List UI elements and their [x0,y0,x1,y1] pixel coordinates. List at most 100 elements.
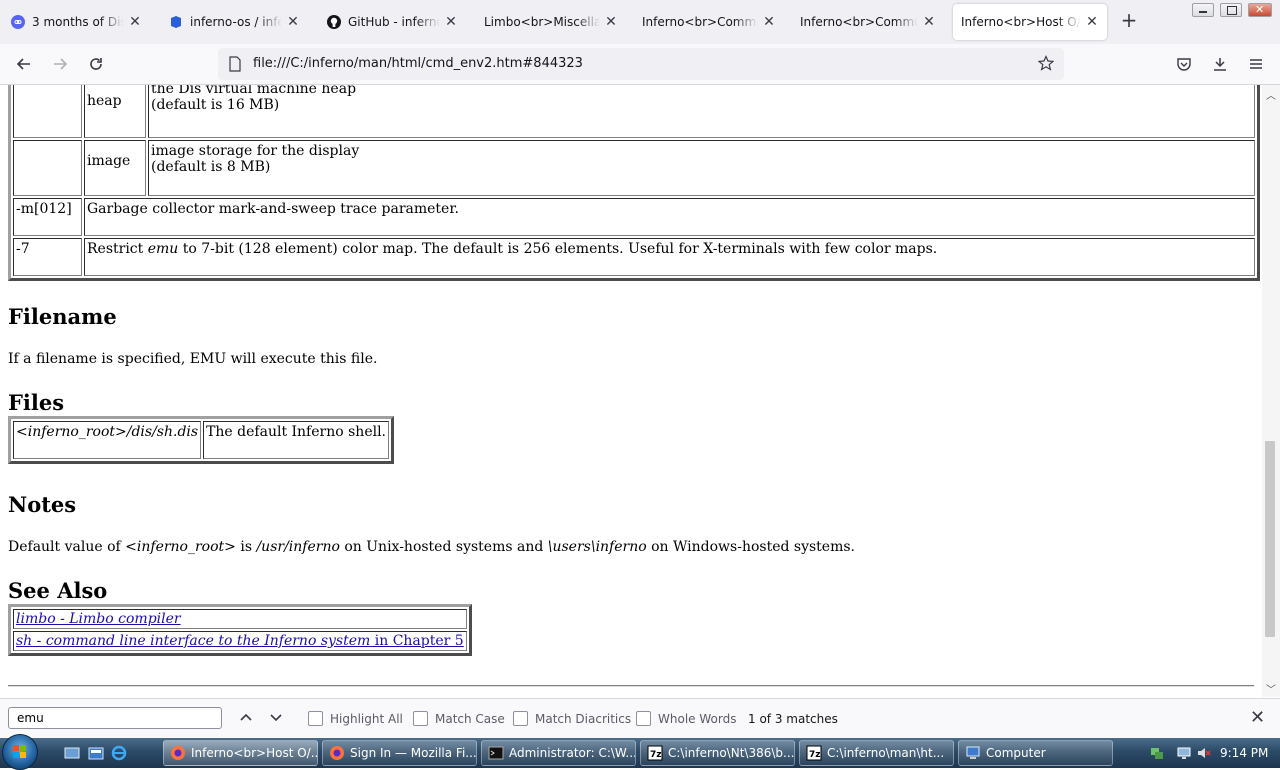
checkbox-label: Match Case [435,711,505,726]
pocket-button[interactable] [1170,50,1198,78]
tab-title: Inferno<br>Command [642,15,758,29]
site-icon [168,14,184,30]
close-icon: ✕ [1255,3,1265,16]
desc-line: (default is 8 MB) [151,159,271,175]
option-name: heap [84,85,146,138]
taskbar-item-computer[interactable]: Computer [958,740,1113,766]
see-also-link-sh[interactable]: sh - command line interface to the Infer… [16,633,464,649]
tab-title: Inferno<br>Host O/S U [961,15,1081,29]
volume-muted-icon[interactable] [1197,746,1211,760]
taskbar-label: C:\inferno\Nt\386\b... [668,746,795,760]
restore-icon [1227,6,1237,15]
tab-strip: 3 months of Disco ✕ inferno-os / infern … [0,0,1280,44]
reload-icon [90,58,102,70]
whole-words-checkbox[interactable]: Whole Words [636,711,736,726]
network-status-icon[interactable] [1150,746,1164,760]
start-button[interactable] [2,734,38,770]
scroll-down-icon[interactable]: ﹀ [1266,681,1276,696]
table-row: -m[012] Garbage collector mark-and-sweep… [13,198,1255,236]
table-row: heap the Dis virtual machine heap (defau… [13,85,1255,138]
find-input[interactable] [8,707,222,729]
desc-line: (default is 16 MB) [151,97,280,113]
computer-icon [966,746,980,759]
taskbar-item-cmd[interactable]: Administrator: C:\W... [481,740,636,766]
back-button[interactable] [10,50,38,78]
tab-github[interactable]: GitHub - inferno-o ✕ [318,4,466,40]
find-close-icon[interactable]: ✕ [1250,707,1265,728]
file-desc: The default Inferno shell. [203,421,390,459]
find-previous-button[interactable] [238,709,254,728]
network-icon[interactable] [1177,746,1191,760]
close-tab-icon[interactable]: ✕ [604,14,618,30]
chevron-down-icon [270,714,282,722]
find-next-button[interactable] [268,709,284,728]
close-tab-icon[interactable]: ✕ [444,14,458,30]
back-arrow-icon [16,58,30,70]
tab-limbo[interactable]: Limbo<br>Miscellaneo ✕ [476,4,626,40]
option-name: image [84,140,146,196]
close-tab-icon[interactable]: ✕ [922,14,936,30]
notes-text: Default value of <inferno_root> is /usr/… [8,539,855,555]
close-tab-icon[interactable]: ✕ [128,14,142,30]
close-tab-icon[interactable]: ✕ [1085,14,1099,30]
tab-inferno-command[interactable]: Inferno<br>Command ✕ [634,4,784,40]
file-path: <inferno_root>/dis/sh.dis [13,421,202,459]
tab-title: Limbo<br>Miscellaneo [484,15,600,29]
bookmark-star-icon[interactable] [1037,55,1055,74]
tab-discord[interactable]: 3 months of Disco ✕ [2,4,150,40]
options-table: heap the Dis virtual machine heap (defau… [8,85,1260,281]
downloads-button[interactable] [1206,50,1234,78]
taskbar-label: C:\inferno\man\ht... [827,746,945,760]
restore-button[interactable] [1220,3,1242,17]
discord-icon [10,14,26,30]
table-row: <inferno_root>/dis/sh.dis The default In… [13,421,390,459]
option-desc: image storage for the display (default i… [148,140,1255,196]
7zip-icon: 7z [806,745,822,761]
tab-title: inferno-os / infern [190,15,282,29]
menu-button[interactable] [1242,50,1270,78]
7zip-icon: 7z [647,745,663,761]
taskbar-label: Computer [986,746,1046,760]
taskbar-item-firefox-signin[interactable]: Sign In — Mozilla Fi... [322,740,477,766]
forward-button[interactable] [46,50,74,78]
show-desktop-icon[interactable] [64,745,80,761]
table-cell [13,140,82,196]
match-diacritics-checkbox[interactable]: Match Diacritics [513,711,631,726]
tab-inferno-os[interactable]: inferno-os / infern ✕ [160,4,308,40]
table-row: -7 Restrict emu to 7-bit (128 element) c… [13,238,1255,276]
taskbar-item-firefox-inferno[interactable]: Inferno<br>Host O/... [163,740,318,766]
see-also-cell: sh - command line interface to the Infer… [13,631,467,651]
option-flag: -7 [13,238,82,276]
option-desc: Garbage collector mark-and-sweep trace p… [84,198,1255,236]
windows-taskbar: Inferno<br>Host O/... Sign In — Mozilla … [0,734,1280,770]
notes-heading: Notes [8,492,77,517]
internet-explorer-icon[interactable] [111,745,127,761]
find-status: 1 of 3 matches [748,712,838,726]
svg-text:7z: 7z [650,750,662,760]
horizontal-rule [8,685,1254,687]
reload-button[interactable] [82,50,110,78]
taskbar-item-7zip-nt[interactable]: 7z C:\inferno\Nt\386\b... [640,740,795,766]
highlight-all-checkbox[interactable]: Highlight All [308,711,403,726]
new-tab-button[interactable]: + [1118,10,1140,32]
vertical-scrollbar[interactable]: ︿ ﹀ [1262,85,1280,697]
minimize-button[interactable] [1192,3,1214,17]
match-case-checkbox[interactable]: Match Case [413,711,505,726]
see-also-link-limbo[interactable]: limbo - Limbo compiler [16,611,181,627]
tab-title: Inferno<br>Communic [800,15,918,29]
url-text: file:///C:/inferno/man/html/cmd_env2.htm… [253,56,583,71]
svg-text:7z: 7z [809,750,821,760]
scrollbar-thumb[interactable] [1265,441,1275,637]
url-bar[interactable]: file:///C:/inferno/man/html/cmd_env2.htm… [218,48,1064,80]
windows-logo-icon [13,745,26,758]
tab-inferno-communic[interactable]: Inferno<br>Communic ✕ [792,4,944,40]
taskbar-item-7zip-man[interactable]: 7z C:\inferno\man\ht... [799,740,954,766]
taskbar-clock[interactable]: 9:14 PM [1220,746,1268,760]
explorer-icon[interactable] [88,745,104,761]
scroll-up-icon[interactable]: ︿ [1266,87,1276,102]
window-close-button[interactable]: ✕ [1248,3,1272,17]
tab-inferno-host-os[interactable]: Inferno<br>Host O/S U ✕ [953,4,1107,40]
hamburger-menu-icon [1250,59,1262,69]
close-tab-icon[interactable]: ✕ [286,14,300,30]
close-tab-icon[interactable]: ✕ [762,14,776,30]
